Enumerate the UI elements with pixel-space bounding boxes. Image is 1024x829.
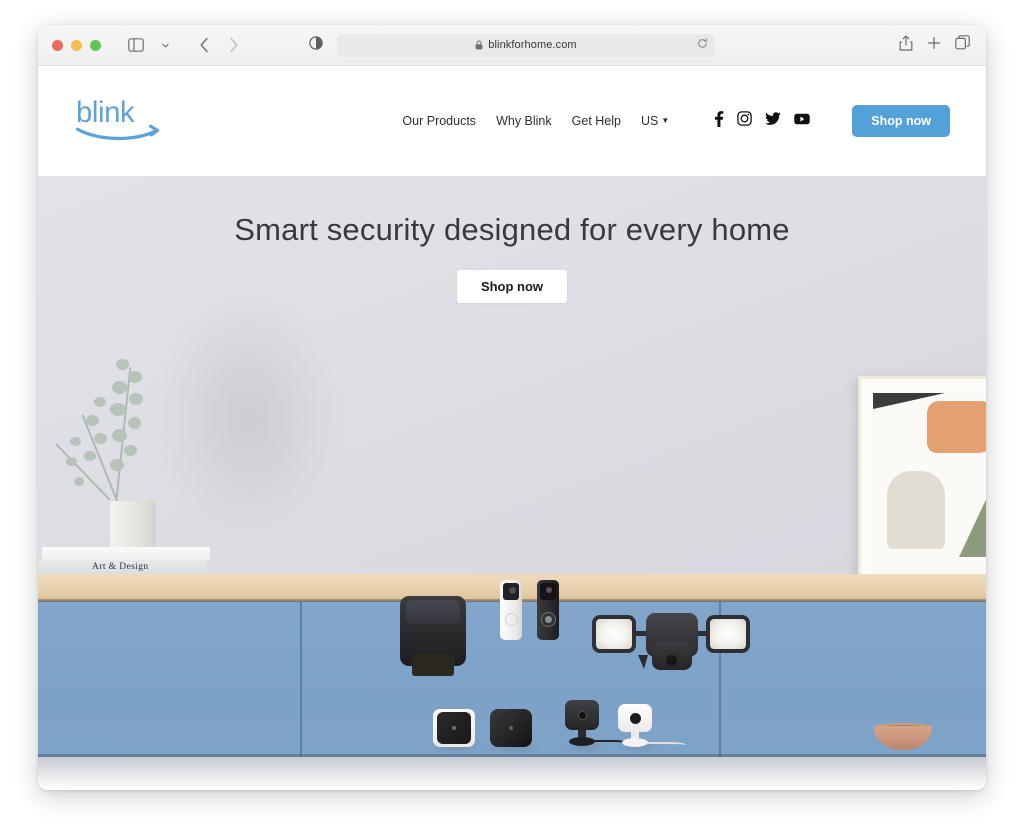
product-white-mini-camera [618,704,686,748]
nav-item-why-blink[interactable]: Why Blink [496,114,552,128]
art-shape-green [959,459,986,557]
address-bar[interactable]: blinkforhome.com [337,33,715,57]
decor-framed-art [858,376,986,586]
nav-item-get-help[interactable]: Get Help [572,114,621,128]
social-links [713,110,810,132]
svg-text:blink: blink [76,96,135,129]
lock-icon [475,40,483,50]
blink-logo-svg: blink [75,96,160,140]
product-black-outdoor-camera [490,709,532,747]
back-button[interactable] [191,33,217,57]
decor-books: Art & Design [38,547,210,575]
toolbar-left-controls [123,33,246,57]
browser-toolbar: blinkforhome.com [38,25,986,66]
floodlight-lamp-left [592,615,636,653]
chevron-down-icon: ▼ [661,116,670,125]
product-black-mini-camera [565,700,628,748]
reload-icon[interactable] [697,36,708,54]
book-title-label: Art & Design [92,562,149,572]
scene-floor [38,757,986,790]
close-window-button[interactable] [52,39,63,51]
minimize-window-button[interactable] [71,39,82,51]
floodlight-lamp-right [706,615,750,653]
white-doorbell-lens-dot [509,587,516,594]
decor-plant [55,341,196,583]
book-upper [42,547,210,561]
product-outdoor-camera [400,596,466,676]
site-navigation: Our Products Why Blink Get Help US ▼ Sho… [402,105,986,137]
zoom-window-button[interactable] [90,39,101,51]
art-shape-orange [927,401,986,453]
address-bar-content: blinkforhome.com [475,39,577,51]
locale-label: US [640,114,659,128]
browser-window: blinkforhome.com blink Our Products Why … [38,25,986,790]
chevron-down-icon[interactable] [152,33,178,57]
black-camera-lens-dot [509,726,513,730]
share-icon[interactable] [899,34,913,56]
black-doorbell-button-dot [545,616,552,623]
black-doorbell-lens-dot [546,587,552,593]
url-text: blinkforhome.com [488,39,577,51]
instagram-icon[interactable] [737,111,753,131]
new-tab-icon[interactable] [927,36,941,55]
white-doorbell-button [505,613,518,626]
outdoor-camera-mount [412,654,454,676]
blink-logo[interactable]: blink [74,96,170,147]
product-floodlight-camera [590,611,752,673]
art-canvas [873,391,986,571]
facebook-icon[interactable] [713,110,724,132]
floodlight-camera-lens [666,655,677,666]
white-mini-base [622,738,648,747]
product-white-indoor-camera [433,709,475,747]
white-mini-lens [630,713,641,724]
hero-section: Art & Design Smart security designed for… [38,176,986,790]
twitter-icon[interactable] [765,111,782,131]
nav-item-our-products[interactable]: Our Products [402,114,476,128]
hero-text-block: Smart security designed for every home S… [38,212,986,303]
youtube-icon[interactable] [794,112,810,130]
black-mini-base [569,737,595,746]
cabinet-door-gap [300,602,302,757]
art-mat [861,379,986,583]
product-black-video-doorbell [537,580,559,640]
white-camera-lens-dot [452,726,456,730]
site-header: blink Our Products Why Blink Get Help US… [38,66,986,176]
floodlight-lamp-glass [596,619,632,649]
white-mini-cable [648,742,686,750]
window-traffic-lights [52,39,101,51]
outdoor-camera-solar-panel [406,600,460,624]
hero-shop-now-button[interactable]: Shop now [456,270,568,303]
black-mini-lens [578,711,587,720]
shield-contrast-icon[interactable] [309,35,323,55]
tab-overview-icon[interactable] [955,35,970,55]
toolbar-right-controls [899,34,970,56]
product-white-video-doorbell [500,580,522,640]
locale-selector[interactable]: US ▼ [641,114,669,128]
page-viewport: blink Our Products Why Blink Get Help US… [38,66,986,790]
floodlight-bracket [638,655,648,669]
hero-title: Smart security designed for every home [234,212,790,247]
forward-button[interactable] [220,33,246,57]
art-shape-beige [887,471,945,549]
floodlight-lamp-glass [710,619,746,649]
header-shop-now-button[interactable]: Shop now [852,105,950,137]
sidebar-toggle-icon[interactable] [123,33,149,57]
